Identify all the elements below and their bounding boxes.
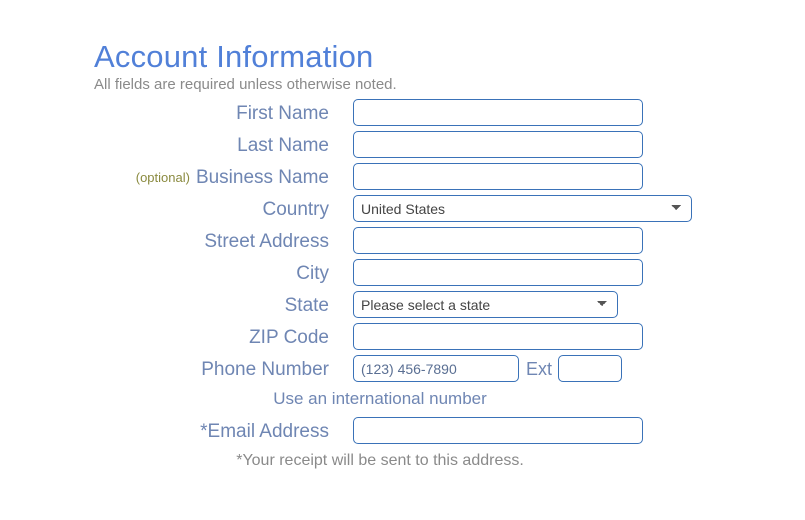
email-address-label: *Email Address xyxy=(200,421,329,442)
form-row-zip-code: ZIP Code xyxy=(0,323,805,355)
email-address-field-cell xyxy=(353,417,643,444)
business-name-optional-tag: (optional) xyxy=(135,170,190,185)
city-input[interactable] xyxy=(353,259,643,286)
country-select[interactable]: United States xyxy=(353,195,692,222)
account-information-page: Account Information All fields are requi… xyxy=(0,0,805,520)
street-address-label: Street Address xyxy=(204,231,329,252)
first-name-input[interactable] xyxy=(353,99,643,126)
state-label-cell: State xyxy=(0,291,329,321)
first-name-label: First Name xyxy=(236,103,329,124)
state-label: State xyxy=(284,295,329,316)
form-row-street-address: Street Address xyxy=(0,227,805,259)
business-name-field-cell xyxy=(353,163,643,190)
form-row-last-name: Last Name xyxy=(0,131,805,163)
zip-code-input[interactable] xyxy=(353,323,643,350)
last-name-label: Last Name xyxy=(237,135,329,156)
street-address-label-cell: Street Address xyxy=(0,227,329,257)
first-name-label-cell: First Name xyxy=(0,99,329,129)
country-label: Country xyxy=(262,199,329,220)
form-row-phone-number: Phone Number Ext xyxy=(0,355,805,387)
city-field-cell xyxy=(353,259,643,286)
phone-ext-input[interactable] xyxy=(558,355,623,382)
city-label: City xyxy=(296,263,329,284)
form-row-first-name: First Name xyxy=(0,99,805,131)
business-name-input[interactable] xyxy=(353,163,643,190)
street-address-field-cell xyxy=(353,227,643,254)
state-select[interactable]: Please select a state xyxy=(353,291,618,318)
street-address-input[interactable] xyxy=(353,227,643,254)
phone-number-field-cell: Ext xyxy=(353,355,623,382)
last-name-label-cell: Last Name xyxy=(0,131,329,161)
account-information-form: First Name Last Name (optional) Business… xyxy=(0,99,805,479)
form-row-city: City xyxy=(0,259,805,291)
last-name-input[interactable] xyxy=(353,131,643,158)
form-row-state: State Please select a state xyxy=(0,291,805,323)
zip-code-field-cell xyxy=(353,323,643,350)
form-row-country: Country United States xyxy=(0,195,805,227)
email-helper-row: *Your receipt will be sent to this addre… xyxy=(0,449,805,479)
form-row-business-name: (optional) Business Name xyxy=(0,163,805,195)
phone-ext-label: Ext xyxy=(526,358,553,379)
international-number-link[interactable]: Use an international number xyxy=(273,389,487,408)
city-label-cell: City xyxy=(0,259,329,289)
email-address-label-cell: *Email Address xyxy=(0,417,329,447)
zip-code-label-cell: ZIP Code xyxy=(0,323,329,353)
zip-code-label: ZIP Code xyxy=(249,327,329,348)
country-field-cell: United States xyxy=(353,195,692,222)
phone-helper-row: Use an international number xyxy=(0,387,805,417)
form-row-email-address: *Email Address xyxy=(0,417,805,449)
phone-number-label-cell: Phone Number xyxy=(0,355,329,385)
phone-number-label: Phone Number xyxy=(201,359,329,380)
first-name-field-cell xyxy=(353,99,643,126)
intro-note: All fields are required unless otherwise… xyxy=(94,76,397,93)
page-title: Account Information xyxy=(94,38,374,74)
last-name-field-cell xyxy=(353,131,643,158)
email-address-input[interactable] xyxy=(353,417,643,444)
state-field-cell: Please select a state xyxy=(353,291,618,318)
email-helper-center: *Your receipt will be sent to this addre… xyxy=(0,449,760,473)
business-name-label: Business Name xyxy=(195,167,329,188)
country-label-cell: Country xyxy=(0,195,329,225)
receipt-note: *Your receipt will be sent to this addre… xyxy=(236,452,524,469)
business-name-label-cell: (optional) Business Name xyxy=(0,163,329,193)
phone-number-input[interactable] xyxy=(353,355,519,382)
phone-helper-center: Use an international number xyxy=(0,387,760,411)
